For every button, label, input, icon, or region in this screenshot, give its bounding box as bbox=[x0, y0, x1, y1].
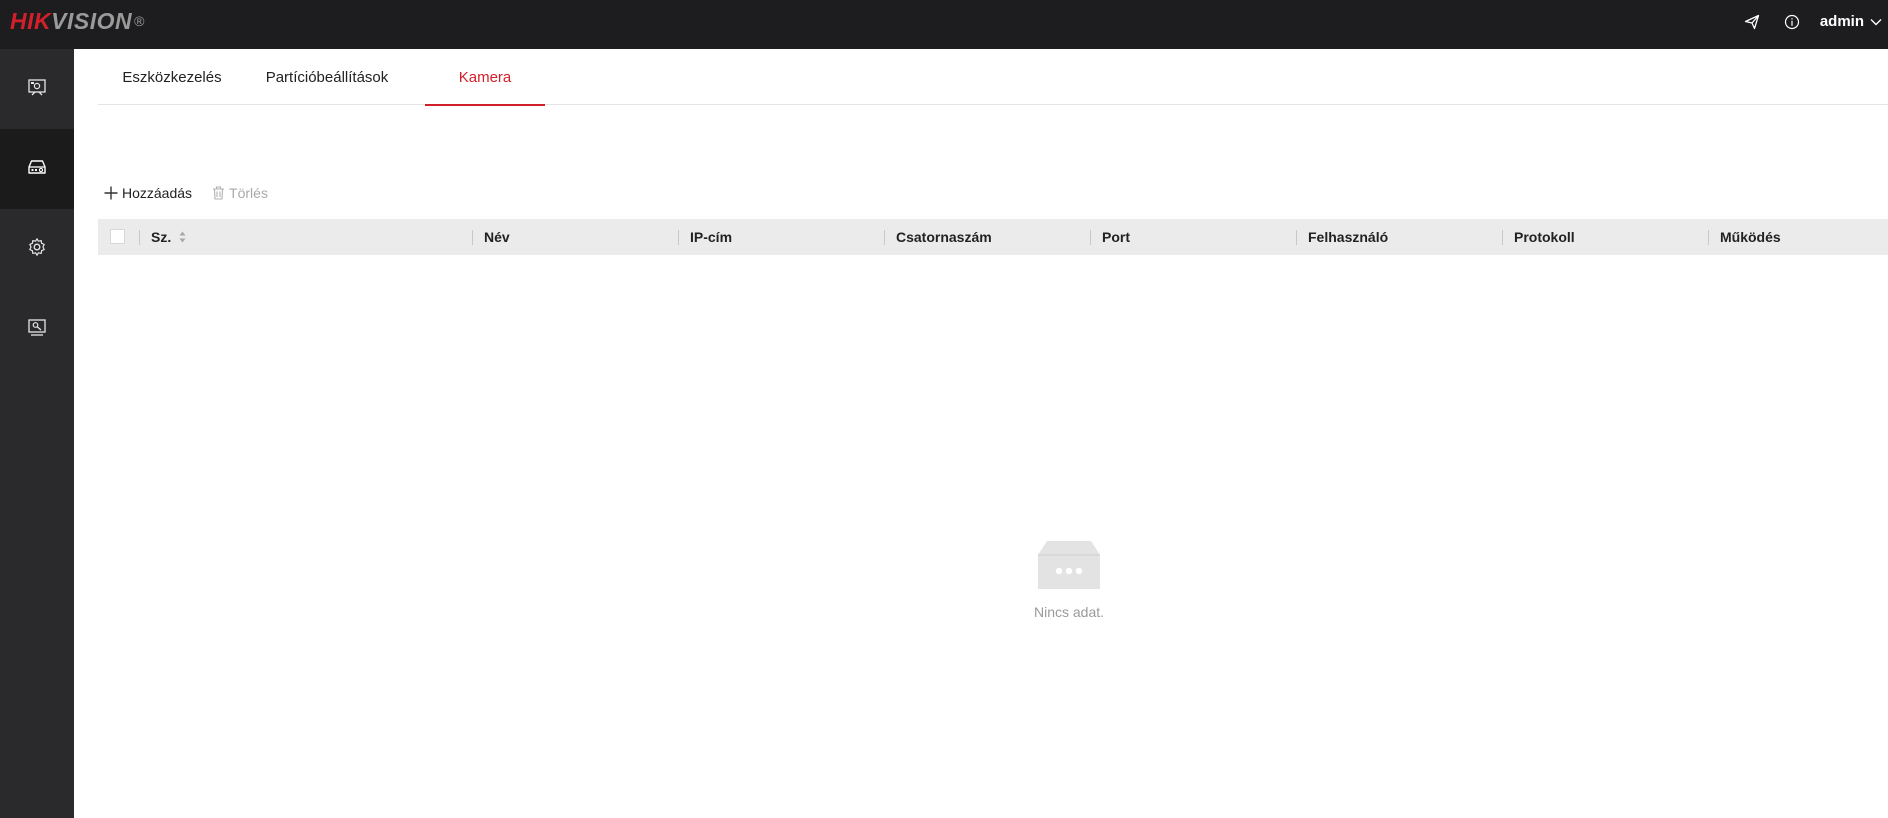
sidebar bbox=[0, 49, 74, 818]
column-header-number[interactable]: Sz. bbox=[151, 219, 186, 255]
tab-bar: Eszközkezelés Partícióbeállítások Kamera bbox=[98, 49, 1888, 106]
column-separator bbox=[1502, 230, 1503, 245]
toolbar: Hozzáadás Törlés bbox=[104, 180, 288, 206]
send-icon[interactable] bbox=[1740, 10, 1764, 34]
sidebar-item-settings[interactable] bbox=[0, 209, 74, 289]
sort-icon[interactable] bbox=[179, 231, 186, 243]
settings-gear-icon bbox=[27, 237, 47, 262]
plus-icon bbox=[104, 186, 118, 200]
no-data-icon bbox=[1037, 539, 1101, 596]
trash-icon bbox=[212, 186, 225, 200]
add-button-label: Hozzáadás bbox=[122, 185, 193, 201]
tab-partition-settings[interactable]: Partícióbeállítások bbox=[246, 49, 408, 105]
column-header-operation: Működés bbox=[1720, 229, 1781, 245]
delete-button-label: Törlés bbox=[229, 185, 268, 201]
column-header-number-label: Sz. bbox=[151, 229, 172, 245]
sidebar-item-device[interactable] bbox=[0, 129, 74, 209]
user-name: admin bbox=[1819, 13, 1864, 30]
maintenance-icon bbox=[27, 317, 47, 342]
chevron-down-icon bbox=[1870, 13, 1882, 30]
header-actions: admin bbox=[1740, 0, 1882, 43]
column-separator bbox=[1090, 230, 1091, 245]
logo-part-vision: VISION bbox=[51, 8, 133, 34]
select-all-checkbox[interactable] bbox=[110, 229, 125, 244]
info-icon[interactable] bbox=[1780, 10, 1804, 34]
sidebar-item-maintenance[interactable] bbox=[0, 289, 74, 369]
main-content: Eszközkezelés Partícióbeállítások Kamera… bbox=[74, 49, 1888, 818]
sidebar-item-preview[interactable] bbox=[0, 49, 74, 129]
tab-device-management[interactable]: Eszközkezelés bbox=[98, 49, 246, 105]
column-separator bbox=[1296, 230, 1297, 245]
empty-state-text: Nincs adat. bbox=[1033, 604, 1105, 620]
column-separator bbox=[884, 230, 885, 245]
hikvision-logo: HIKVISION ® bbox=[10, 8, 145, 34]
column-separator bbox=[1708, 230, 1709, 245]
column-header-user: Felhasználó bbox=[1308, 229, 1389, 245]
table-header: Sz. Név IP-cím Csatornaszám Port Felhasz… bbox=[98, 219, 1888, 255]
add-button[interactable]: Hozzáadás bbox=[104, 185, 192, 201]
device-icon bbox=[27, 157, 47, 182]
delete-button[interactable]: Törlés bbox=[212, 185, 268, 201]
empty-state: Nincs adat. bbox=[944, 539, 1194, 620]
column-header-ip: IP-cím bbox=[690, 229, 733, 245]
logo-registered-mark: ® bbox=[134, 13, 145, 29]
tab-camera[interactable]: Kamera bbox=[425, 49, 545, 106]
column-header-protocol: Protokoll bbox=[1514, 229, 1575, 245]
column-separator bbox=[472, 230, 473, 245]
column-separator bbox=[678, 230, 679, 245]
user-menu[interactable]: admin bbox=[1820, 13, 1882, 30]
top-bar: HIKVISION ® admin bbox=[0, 0, 1888, 49]
preview-icon bbox=[27, 77, 47, 102]
column-header-port: Port bbox=[1102, 229, 1130, 245]
column-header-name: Név bbox=[484, 229, 510, 245]
column-separator bbox=[139, 230, 140, 245]
column-header-channel: Csatornaszám bbox=[896, 229, 992, 245]
logo-part-hik: HIK bbox=[10, 8, 52, 34]
